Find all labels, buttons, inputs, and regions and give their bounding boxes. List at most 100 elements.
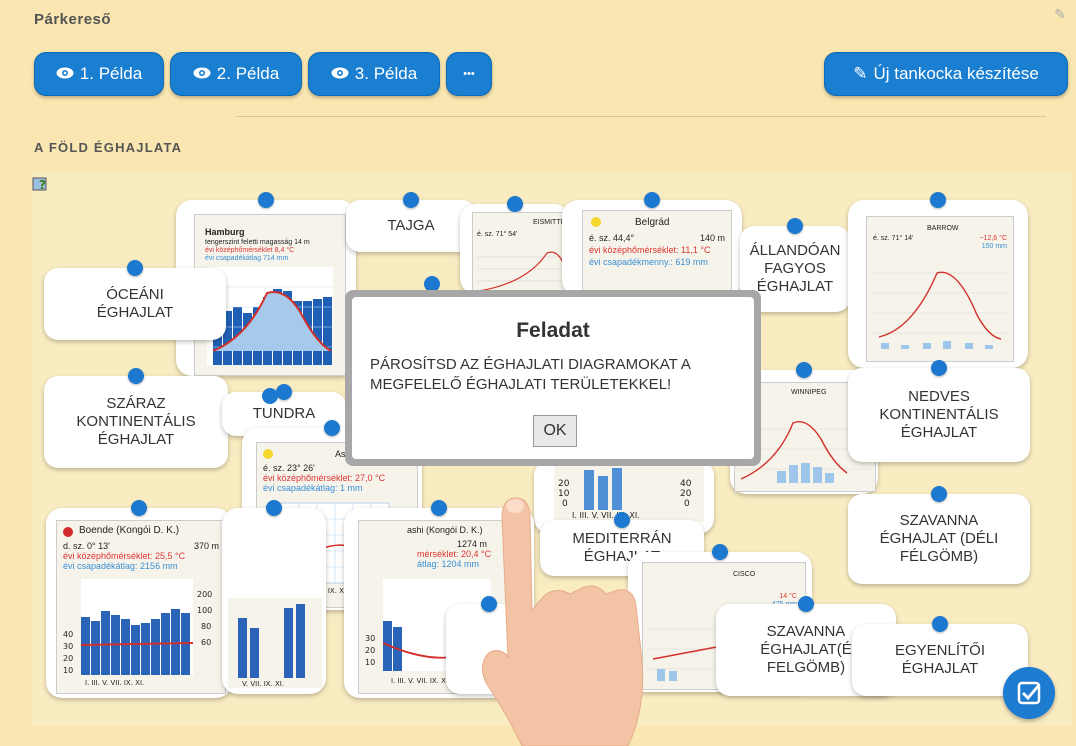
diagram-card-hidden[interactable]: V. VII. IX. XI. xyxy=(222,500,326,694)
dialog-title: Feladat xyxy=(516,319,590,342)
climate-diagram: EISMITTE é. sz. 71° 54' xyxy=(472,212,570,296)
pin-icon[interactable] xyxy=(932,616,948,632)
diagram-line: −12,6 °C xyxy=(979,235,1007,242)
label-card-szavanna-deli[interactable]: SZAVANNA ÉGHAJLAT (DÉLI FÉLGÖMB) xyxy=(848,486,1030,584)
diagram-line: átlag: 1204 mm xyxy=(417,559,480,569)
label-card-nedves-kontinentalis[interactable]: NEDVES KONTINENTÁLIS ÉGHAJLAT xyxy=(848,360,1030,462)
diagram-line: évi csapadékátlag 714 mm xyxy=(205,255,289,262)
diagram-city: EISMITTE xyxy=(533,219,566,226)
pointer-hand-icon xyxy=(482,497,644,746)
climate-diagram: Boende (Kongói D. K.) d. sz. 0° 13' 370 … xyxy=(56,520,226,694)
label-card-oceani[interactable]: ÓCEÁNI ÉGHAJLAT xyxy=(44,260,226,340)
diagram-line: d. sz. 0° 13' xyxy=(63,541,110,551)
pin-icon[interactable] xyxy=(324,420,340,436)
diagram-line: évi csapadékátlag: 2156 mm xyxy=(63,561,178,571)
diagram-line: 150 mm xyxy=(981,243,1007,250)
pin-icon[interactable] xyxy=(127,260,143,276)
svg-text:I. III. V. VII. IX. XI.: I. III. V. VII. IX. XI. xyxy=(391,677,450,685)
svg-text:40: 40 xyxy=(63,630,73,639)
label-text: NEDVES KONTINENTÁLIS ÉGHAJLAT xyxy=(879,388,999,441)
svg-text:V. VII. IX. XI.: V. VII. IX. XI. xyxy=(242,680,284,688)
svg-text:30: 30 xyxy=(63,642,73,651)
sun-icon xyxy=(591,217,601,227)
climate-diagram: Belgrád é. sz. 44,4° 140 m évi középhőmé… xyxy=(582,210,732,298)
example-3-button[interactable]: 3. Példa xyxy=(308,52,440,96)
label-card-tajga[interactable]: TAJGA xyxy=(346,192,476,252)
dialog-text: PÁROSÍTSD AZ ÉGHAJLATI DIAGRAMOKAT A MEG… xyxy=(370,356,691,393)
pin-icon[interactable] xyxy=(931,360,947,376)
climate-chart-graphic xyxy=(477,251,565,292)
svg-text:20: 20 xyxy=(63,654,73,663)
create-tankocka-button[interactable]: ✎ Új tankocka készítése xyxy=(824,52,1068,96)
example-1-button[interactable]: 1. Példa xyxy=(34,52,164,96)
pin-icon[interactable] xyxy=(644,192,660,208)
diagram-card-barrow[interactable]: BARROW é. sz. 71° 14' −12,6 °C 150 mm xyxy=(848,192,1028,368)
climate-chart-graphic xyxy=(873,271,1007,349)
pin-icon[interactable] xyxy=(712,544,728,560)
example-1-label: 1. Példa xyxy=(79,64,143,83)
diagram-line: 14 °C xyxy=(779,593,797,600)
more-icon: ••• xyxy=(463,68,475,80)
label-text: SZAVANNA ÉGHAJLAT(É FELGÖMB) xyxy=(760,623,852,676)
page-frame: Párkereső ✎ 1. Példa 2. Példa 3. Példa •… xyxy=(0,0,1076,746)
climate-diagram: BARROW é. sz. 71° 14' −12,6 °C 150 mm xyxy=(866,216,1014,362)
diagram-line: tengerszint feletti magasság 14 m xyxy=(205,239,310,246)
eye-icon xyxy=(193,64,211,84)
task-dialog: Feladat PÁROSÍTSD AZ ÉGHAJLATI DIAGRAMOK… xyxy=(352,297,754,459)
diagram-line: évi középhőmérséklet: 25,5 °C xyxy=(63,551,186,561)
diagram-city: Belgrád xyxy=(635,217,670,228)
label-text: TUNDRA xyxy=(252,405,316,422)
pin-icon[interactable] xyxy=(266,500,282,516)
example-2-button[interactable]: 2. Példa xyxy=(170,52,302,96)
climate-chart-graphic: V. VII. IX. XI. xyxy=(228,598,322,688)
pin-icon[interactable] xyxy=(431,500,447,516)
pin-icon[interactable] xyxy=(931,486,947,502)
svg-text:60: 60 xyxy=(201,638,211,647)
diagram-card-eismitte[interactable]: EISMITTE é. sz. 71° 54' xyxy=(460,196,570,296)
pin-icon[interactable] xyxy=(262,388,278,404)
diagram-card-boende[interactable]: Boende (Kongói D. K.) d. sz. 0° 13' 370 … xyxy=(46,500,232,698)
diagram-line: é. sz. 23° 26' xyxy=(263,463,315,473)
pin-icon[interactable] xyxy=(403,192,419,208)
svg-text:?: ? xyxy=(39,178,46,192)
sun-icon xyxy=(263,449,273,459)
svg-text:30: 30 xyxy=(365,634,375,643)
divider xyxy=(236,116,1046,117)
svg-text:20: 20 xyxy=(365,646,375,655)
svg-text:10: 10 xyxy=(365,658,375,667)
pin-icon[interactable] xyxy=(798,596,814,612)
pin-icon[interactable] xyxy=(276,384,292,400)
diagram-line: é. sz. 44,4° xyxy=(589,233,635,243)
section-title: A FÖLD ÉGHAJLATA xyxy=(34,140,183,155)
svg-text:0: 0 xyxy=(684,499,690,509)
pencil-icon[interactable]: ✎ xyxy=(1054,6,1066,23)
pin-icon[interactable] xyxy=(507,196,523,212)
label-card-egyenlitoi[interactable]: EGYENLÍTŐI ÉGHAJLAT xyxy=(852,616,1028,696)
diagram-city: Boende (Kongói D. K.) xyxy=(79,525,180,536)
help-icon[interactable]: ? xyxy=(32,176,50,192)
svg-text:100: 100 xyxy=(197,606,212,615)
label-text: SZAVANNA ÉGHAJLAT (DÉLI FÉLGÖMB) xyxy=(879,512,999,565)
label-text: EGYENLÍTŐI ÉGHAJLAT xyxy=(894,642,986,677)
svg-text:80: 80 xyxy=(201,622,211,631)
pin-icon[interactable] xyxy=(787,218,803,234)
pin-icon[interactable] xyxy=(930,192,946,208)
pin-icon[interactable] xyxy=(131,500,147,516)
pin-icon[interactable] xyxy=(796,362,812,378)
check-answers-button[interactable] xyxy=(1003,667,1055,719)
label-card-szaraz-kontinentalis[interactable]: SZÁRAZ KONTINENTÁLIS ÉGHAJLAT xyxy=(44,368,228,468)
diagram-card-belgrad[interactable]: Belgrád é. sz. 44,4° 140 m évi középhőmé… xyxy=(562,192,742,298)
diagram-line: é. sz. 71° 14' xyxy=(873,235,914,242)
ok-button[interactable]: OK xyxy=(533,415,577,447)
svg-text:200: 200 xyxy=(197,590,212,599)
diagram-line: évi középhőmérséklet 8,4 °C xyxy=(205,247,295,254)
pin-icon[interactable] xyxy=(258,192,274,208)
check-icon xyxy=(1017,681,1041,705)
diagram-line: évi csapadékátlag: 1 mm xyxy=(263,483,363,493)
more-button[interactable]: ••• xyxy=(446,52,492,96)
create-tankocka-label: Új tankocka készítése xyxy=(873,64,1039,83)
diagram-line: évi csapadékmenny.: 619 mm xyxy=(589,257,708,267)
svg-text:40: 40 xyxy=(680,479,692,489)
pin-icon[interactable] xyxy=(128,368,144,384)
diagram-city: CISCO xyxy=(733,571,756,578)
